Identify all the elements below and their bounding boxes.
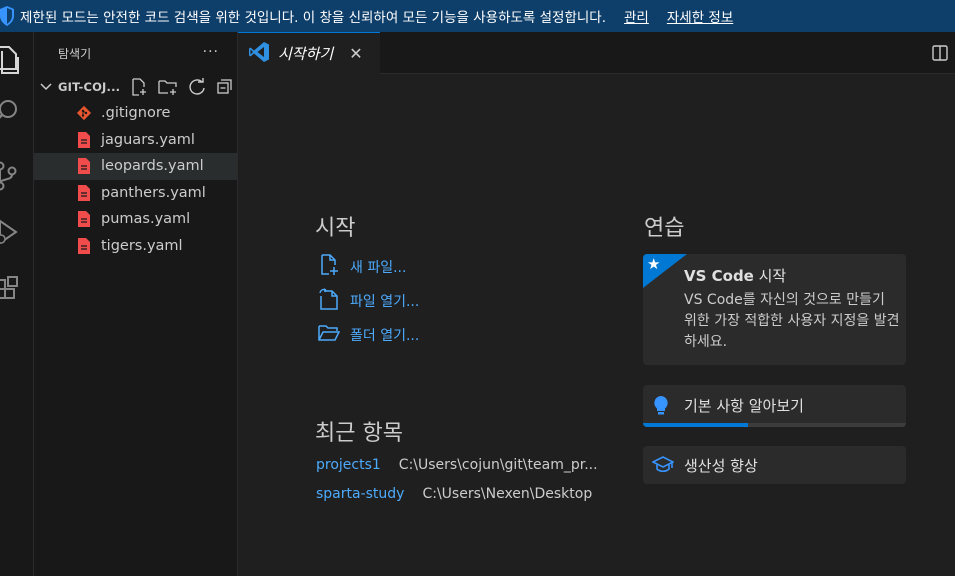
yaml-file-icon — [76, 211, 92, 228]
file-name: .gitignore — [101, 105, 171, 122]
activity-bar — [0, 32, 34, 576]
new-file-label: 새 파일... — [350, 260, 407, 276]
open-folder-icon — [318, 322, 350, 348]
file-name: panthers.yaml — [101, 184, 206, 201]
yaml-file-icon — [76, 131, 92, 148]
card-label: 생산성 향상 — [684, 457, 758, 475]
search-icon[interactable] — [0, 90, 34, 134]
shield-icon — [0, 6, 14, 26]
close-icon[interactable]: ✕ — [349, 44, 362, 63]
recent-item-path: C:\Users\cojun\git\team_pr... — [398, 457, 598, 473]
file-name: tigers.yaml — [101, 237, 183, 254]
file-name: leopards.yaml — [101, 158, 204, 175]
start-heading: 시작 — [315, 216, 356, 241]
file-tree: .gitignore jaguars.yaml leopards.yaml panth… — [34, 100, 237, 259]
file-name: pumas.yaml — [101, 211, 191, 228]
get-started-card[interactable]: ★ VS Code 시작 VS Code를 자신의 것으로 만들기 위한 가장 … — [643, 254, 906, 365]
new-folder-icon[interactable] — [158, 78, 178, 96]
git-file-icon — [76, 105, 92, 121]
manage-link[interactable]: 관리 — [624, 6, 649, 26]
learn-basics-card[interactable]: 기본 사항 알아보기 — [643, 385, 906, 427]
recent-item: projects1 C:\Users\cojun\git\team_pr... — [316, 457, 598, 473]
learn-more-link[interactable]: 자세한 정보 — [667, 6, 733, 26]
banner-message: 제한된 모드는 안전한 코드 검색을 위한 것입니다. 이 창을 신뢰하여 모든… — [20, 10, 607, 26]
restricted-mode-banner: 제한된 모드는 안전한 코드 검색을 위한 것입니다. 이 창을 신뢰하여 모든… — [0, 0, 955, 32]
tab-label: 시작하기 — [278, 45, 334, 63]
yaml-file-icon — [76, 158, 92, 175]
open-file-link[interactable]: 파일 열기... — [318, 288, 419, 314]
open-folder-link[interactable]: 폴더 열기... — [318, 322, 419, 348]
recent-item-name[interactable]: sparta-study — [316, 486, 404, 502]
more-actions-button[interactable]: ··· — [203, 44, 219, 60]
extensions-icon[interactable] — [0, 268, 34, 312]
progress-fill — [643, 423, 749, 427]
file-item[interactable]: jaguars.yaml — [34, 127, 237, 154]
sidebar-title: 탐색기 — [58, 46, 92, 61]
welcome-page: 시작 새 파일... 파일 열기... 폴더 열기... 최근 항목 proje… — [238, 74, 955, 576]
new-file-icon — [318, 254, 350, 280]
yaml-file-icon — [76, 237, 92, 254]
file-item[interactable]: leopards.yaml — [34, 153, 237, 180]
open-file-icon — [318, 288, 350, 314]
file-item[interactable]: .gitignore — [34, 100, 237, 127]
collapse-all-icon[interactable] — [216, 78, 234, 96]
explorer-icon[interactable] — [0, 38, 34, 82]
split-editor-icon[interactable] — [931, 44, 949, 66]
file-item[interactable]: tigers.yaml — [34, 233, 237, 260]
new-file-link[interactable]: 새 파일... — [318, 254, 406, 280]
progress-bar — [643, 423, 906, 427]
walkthroughs-heading: 연습 — [644, 216, 685, 241]
recent-item-path: C:\Users\Nexen\Desktop — [422, 486, 593, 502]
tab-welcome[interactable]: 시작하기 ✕ — [238, 32, 380, 74]
folder-name: GIT-COJ... — [58, 80, 121, 94]
file-item[interactable]: pumas.yaml — [34, 206, 237, 233]
source-control-icon[interactable] — [0, 154, 34, 198]
open-file-label: 파일 열기... — [350, 294, 420, 310]
card-description: VS Code를 자신의 것으로 만들기 위한 가장 적합한 사용자 지정을 발… — [684, 292, 900, 350]
file-name: jaguars.yaml — [101, 131, 195, 148]
star-icon: ★ — [647, 255, 661, 273]
refresh-icon[interactable] — [188, 78, 206, 96]
recent-item-name[interactable]: projects1 — [316, 457, 381, 473]
recent-heading: 최근 항목 — [315, 421, 403, 446]
new-file-icon[interactable] — [130, 78, 148, 96]
card-label: 기본 사항 알아보기 — [684, 397, 804, 415]
card-title: VS Code 시작 — [684, 267, 787, 285]
open-folder-label: 폴더 열기... — [350, 328, 420, 344]
recent-item: sparta-study C:\Users\Nexen\Desktop — [316, 486, 592, 502]
run-debug-icon[interactable] — [0, 210, 34, 254]
file-item[interactable]: panthers.yaml — [34, 180, 237, 207]
lightbulb-icon — [652, 395, 670, 421]
productivity-card[interactable]: 생산성 향상 — [643, 446, 906, 484]
explorer-sidebar: 탐색기 ··· GIT-COJ... .gitignore jaguars.yam… — [34, 32, 238, 576]
chevron-down-icon[interactable] — [38, 83, 54, 91]
vscode-logo-icon — [248, 41, 270, 67]
mortarboard-icon — [651, 456, 675, 478]
workspace-folder[interactable]: GIT-COJ... — [34, 74, 237, 100]
editor-tab-bar: 시작하기 ✕ — [238, 32, 955, 74]
yaml-file-icon — [76, 184, 92, 201]
